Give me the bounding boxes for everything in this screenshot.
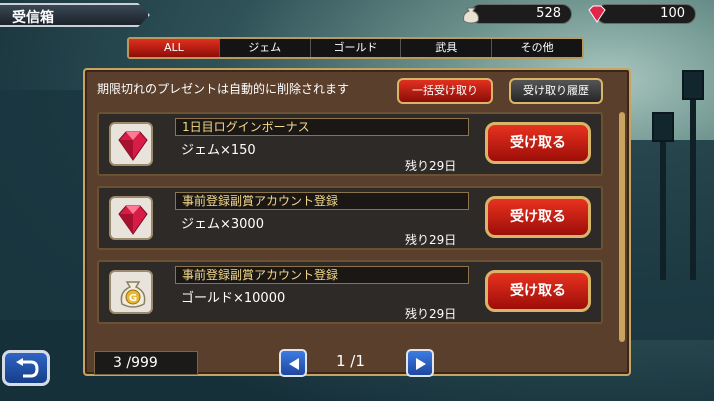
item-reward: ジェム×150 (181, 143, 256, 158)
tab-gem[interactable]: ジェム (220, 39, 311, 57)
item-remaining-days: 残り29日 (405, 233, 457, 247)
item-thumbnail: G (109, 270, 153, 314)
bulk-claim-button[interactable]: 一括受け取り (397, 78, 493, 104)
item-title: 事前登録副賞アカウント登録 (175, 266, 469, 284)
back-button[interactable] (2, 350, 50, 386)
coin-counter: 528 (463, 4, 572, 24)
inbox-panel: 期限切れのプレゼントは自動的に削除されます 一括受け取り 受け取り履歴 1日目ロ… (83, 68, 631, 376)
list-item: G 事前登録副賞アカウント登録 ゴールド×10000 残り29日 受け取る (97, 260, 603, 324)
tab-other[interactable]: その他 (492, 39, 582, 57)
return-arrow-icon (16, 358, 39, 378)
triangle-right-icon (416, 358, 426, 370)
scrollbar-thumb[interactable] (619, 112, 625, 342)
item-remaining-days: 残り29日 (405, 159, 457, 173)
street-lamp (660, 130, 666, 280)
gem-counter: 100 (588, 4, 696, 24)
item-title: 1日目ログインボーナス (175, 118, 469, 136)
next-page-button[interactable] (406, 349, 434, 377)
previous-page-button[interactable] (279, 349, 307, 377)
coin-bag-icon (463, 7, 479, 24)
tab-gold[interactable]: ゴールド (311, 39, 402, 57)
tab-equipment[interactable]: 武具 (401, 39, 493, 57)
claim-button[interactable]: 受け取る (485, 270, 591, 312)
page-title: 受信箱 (12, 10, 54, 26)
category-tabs: ALL ジェム ゴールド 武具 その他 (127, 37, 584, 59)
building-silhouette (630, 140, 714, 340)
gem-icon (118, 131, 148, 161)
svg-text:G: G (129, 293, 137, 304)
street-lamp-head (682, 70, 704, 100)
item-thumbnail (109, 122, 153, 166)
triangle-left-icon (289, 358, 299, 370)
gold-bag-icon: G (120, 281, 146, 308)
street-lamp-head (652, 112, 674, 142)
page-indicator: 1 /1 (336, 352, 365, 370)
street-lamp (690, 90, 696, 280)
gem-icon (118, 205, 148, 235)
list-item: 1日目ログインボーナス ジェム×150 残り29日 受け取る (97, 112, 603, 176)
item-thumbnail (109, 196, 153, 240)
claim-button[interactable]: 受け取る (485, 122, 591, 164)
gem-icon (588, 5, 606, 23)
page-title-bar: 受信箱 (0, 3, 150, 27)
item-remaining-days: 残り29日 (405, 307, 457, 321)
item-count: 3 /999 (94, 351, 198, 375)
item-reward: ゴールド×10000 (181, 291, 286, 306)
item-reward: ジェム×3000 (181, 217, 264, 232)
coin-amount: 528 (536, 6, 561, 21)
tab-all[interactable]: ALL (129, 39, 220, 57)
claim-button[interactable]: 受け取る (485, 196, 591, 238)
scrollbar[interactable] (619, 112, 625, 342)
building-silhouette (0, 90, 90, 320)
list-item: 事前登録副賞アカウント登録 ジェム×3000 残り29日 受け取る (97, 186, 603, 250)
gem-amount: 100 (660, 6, 685, 21)
claim-history-button[interactable]: 受け取り履歴 (509, 78, 603, 104)
item-title: 事前登録副賞アカウント登録 (175, 192, 469, 210)
expiry-notice: 期限切れのプレゼントは自動的に削除されます (97, 82, 350, 96)
